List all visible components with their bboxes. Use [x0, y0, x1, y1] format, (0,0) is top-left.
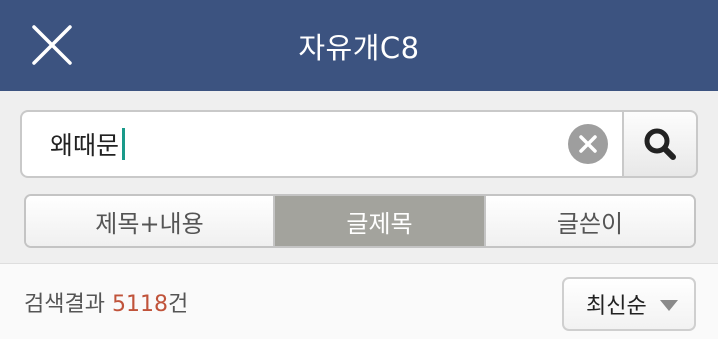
- sort-dropdown[interactable]: 최신순: [562, 277, 696, 331]
- search-panel: 왜때문 제목+내용 글제목 글쓴이: [0, 91, 718, 263]
- tab-title-content[interactable]: 제목+내용: [26, 196, 273, 246]
- search-input-value-wrap: 왜때문: [50, 126, 126, 162]
- chevron-down-icon: [660, 300, 678, 311]
- close-icon: [32, 25, 72, 65]
- result-summary: 검색결과 5118건: [24, 286, 188, 318]
- tab-author[interactable]: 글쓴이: [484, 196, 694, 246]
- clear-icon: [579, 135, 597, 153]
- search-input-value: 왜때문: [50, 131, 120, 160]
- text-caret: [122, 128, 126, 160]
- clear-search-button[interactable]: [568, 124, 608, 164]
- search-scope-tabs: 제목+내용 글제목 글쓴이: [24, 194, 696, 248]
- search-icon: [644, 128, 676, 160]
- close-button[interactable]: [28, 21, 76, 69]
- tab-title[interactable]: 글제목: [273, 196, 484, 246]
- app-header: 자유개C8: [0, 0, 718, 91]
- result-count: 5118: [111, 292, 168, 317]
- result-suffix: 건: [167, 292, 189, 317]
- search-button[interactable]: [624, 110, 698, 178]
- result-prefix: 검색결과: [24, 292, 112, 317]
- results-bar: 검색결과 5118건 최신순: [0, 263, 718, 339]
- page-title: 자유개C8: [298, 30, 420, 65]
- sort-selected-label: 최신순: [586, 294, 647, 319]
- search-input[interactable]: 왜때문: [20, 110, 624, 178]
